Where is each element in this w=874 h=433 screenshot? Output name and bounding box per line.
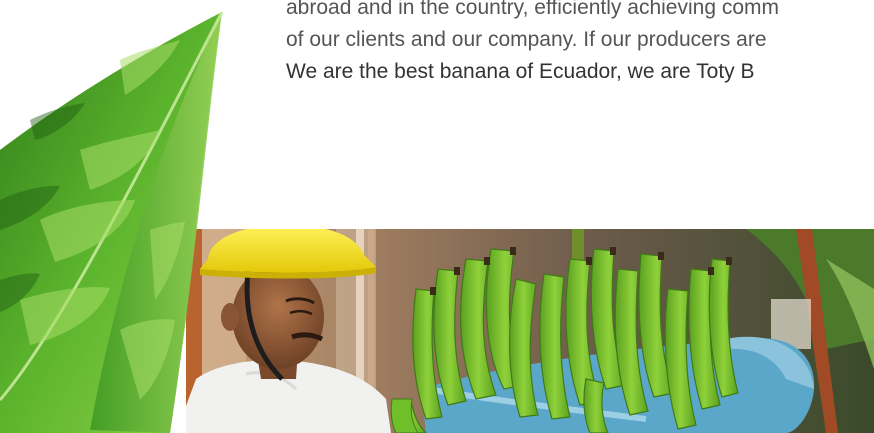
hero-photo <box>186 229 874 433</box>
paragraph-line-2: of our clients and our company. If our p… <box>286 28 767 51</box>
page: abroad and in the country, efficiently a… <box>0 0 874 433</box>
banana-leaf-icon <box>0 11 224 433</box>
paragraph-line-1: abroad and in the country, efficiently a… <box>286 0 779 19</box>
paragraph-line-3: We are the best banana of Ecuador, we ar… <box>286 60 755 83</box>
about-paragraph: abroad and in the country, efficiently a… <box>286 0 874 88</box>
hero-photo-illustration <box>186 229 874 433</box>
